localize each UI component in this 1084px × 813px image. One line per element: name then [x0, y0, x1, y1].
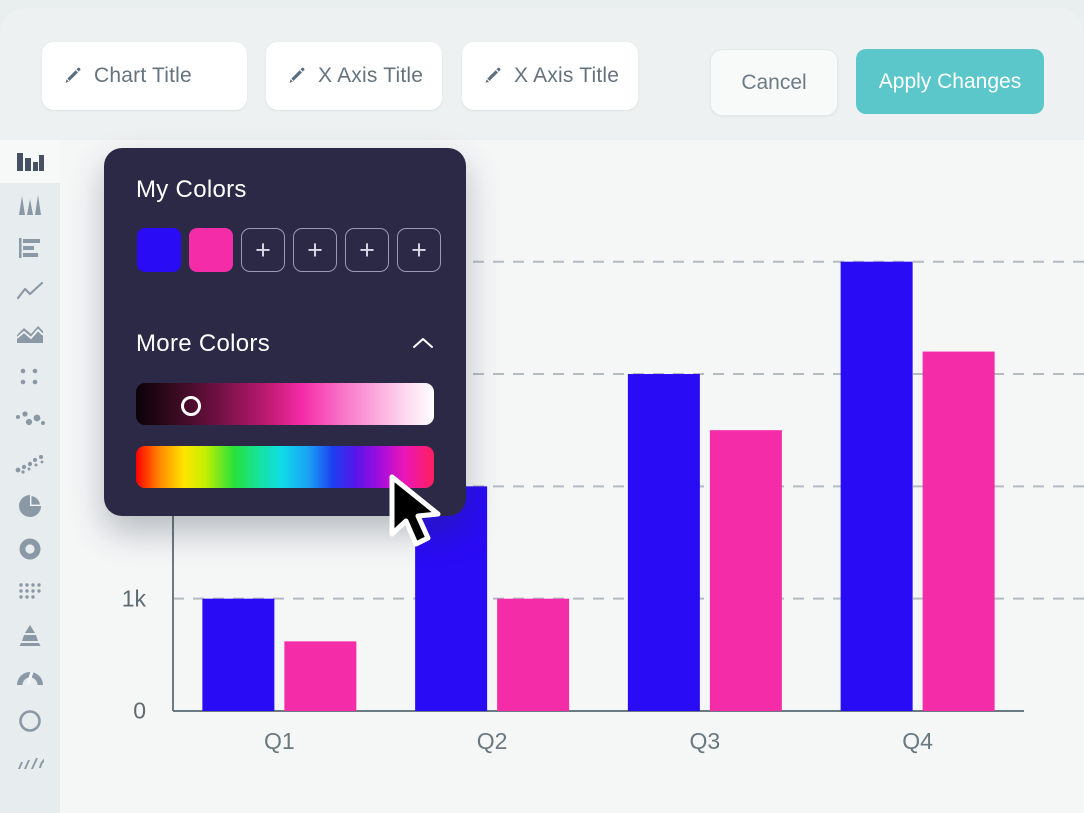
sidebar-item-bubble-chart[interactable]	[0, 398, 60, 441]
sidebar-item-pie-chart[interactable]	[0, 484, 60, 527]
cancel-button[interactable]: Cancel	[710, 49, 838, 116]
apply-changes-label: Apply Changes	[878, 69, 1022, 93]
add-color-slot-3[interactable]: +	[345, 228, 389, 272]
horizontal-bar-chart-icon	[19, 237, 40, 258]
sidebar-item-gauge-chart[interactable]	[0, 656, 60, 699]
pencil-icon	[289, 67, 305, 83]
chart-title-button[interactable]: Chart Title	[42, 42, 247, 110]
color-picker-panel: My Colors + + + + More Colors	[104, 148, 466, 516]
x-axis-title-label-1: X Axis Title	[318, 64, 424, 87]
sidebar-item-dot-cloud-chart[interactable]	[0, 441, 60, 484]
sidebar-item-spike-chart[interactable]	[0, 183, 60, 226]
x-axis-tick-label-Q4: Q4	[902, 728, 933, 754]
line-chart-icon	[16, 281, 44, 299]
sidebar-item-horizontal-bar-chart[interactable]	[0, 226, 60, 269]
chart-type-sidebar	[0, 140, 60, 813]
add-color-slot-1[interactable]: +	[241, 228, 285, 272]
x-axis-tick-label-Q1: Q1	[264, 728, 295, 754]
bar-chart-icon	[17, 152, 44, 171]
x-axis-tick-label-Q2: Q2	[476, 728, 508, 754]
more-colors-row[interactable]: More Colors	[136, 326, 436, 362]
sidebar-item-line-chart[interactable]	[0, 269, 60, 312]
bubble-chart-icon	[16, 410, 45, 425]
saturation-lightness-handle[interactable]	[181, 396, 201, 416]
x-axis-title-button-2[interactable]: X Axis Title	[462, 42, 638, 110]
x-axis-tick-label-Q3: Q3	[689, 728, 721, 754]
sidebar-item-pyramid-chart[interactable]	[0, 613, 60, 656]
pencil-icon	[65, 67, 81, 83]
app-card: Chart Title X Axis Title X Axis Title Ca…	[0, 8, 1084, 813]
dot-cloud-chart-icon	[15, 454, 44, 474]
gauge-chart-icon	[17, 670, 43, 685]
cancel-label: Cancel	[741, 70, 807, 94]
spike-chart-icon	[19, 194, 41, 215]
my-colors-heading: My Colors	[136, 176, 247, 203]
sidebar-item-area-chart[interactable]	[0, 312, 60, 355]
color-swatch-2[interactable]	[189, 228, 233, 272]
sidebar-item-scatter-plot[interactable]	[0, 355, 60, 398]
sidebar-item-streamgraph[interactable]	[0, 742, 60, 785]
sidebar-item-circle-chart[interactable]	[0, 699, 60, 742]
chevron-up-icon[interactable]	[410, 336, 436, 352]
circle-chart-icon	[19, 709, 41, 732]
pyramid-chart-icon	[19, 624, 41, 646]
color-swatch-1[interactable]	[137, 228, 181, 272]
dot-matrix-chart-icon	[19, 582, 41, 599]
add-color-slot-4[interactable]: +	[397, 228, 441, 272]
toolbar: Chart Title X Axis Title X Axis Title Ca…	[0, 8, 1084, 140]
x-axis-title-label-2: X Axis Title	[514, 64, 620, 87]
pie-chart-icon	[19, 494, 41, 517]
streamgraph-icon	[18, 757, 44, 769]
pencil-icon	[485, 67, 501, 83]
scatter-plot-icon	[20, 368, 38, 384]
chart-title-label: Chart Title	[94, 64, 192, 87]
area-chart-icon	[16, 325, 44, 343]
add-color-slot-2[interactable]: +	[293, 228, 337, 272]
sidebar-item-dot-matrix-chart[interactable]	[0, 570, 60, 613]
x-axis-title-button-1[interactable]: X Axis Title	[266, 42, 442, 110]
sidebar-item-bar-chart[interactable]	[0, 140, 60, 183]
apply-changes-button[interactable]: Apply Changes	[856, 49, 1044, 114]
mouse-cursor	[389, 474, 441, 547]
donut-chart-icon	[19, 538, 41, 559]
color-swatch-row: + + + +	[137, 228, 441, 272]
more-colors-label: More Colors	[136, 330, 270, 357]
sidebar-item-donut-chart[interactable]	[0, 527, 60, 570]
